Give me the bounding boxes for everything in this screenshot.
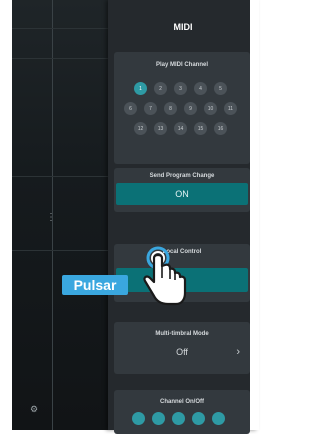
channel-button-5[interactable]: 5: [214, 82, 227, 95]
channel-button-13[interactable]: 13: [154, 122, 167, 135]
multi-timbral-mode-value: Off: [176, 347, 188, 357]
channel-onoff-button[interactable]: [132, 412, 145, 425]
channel-button-14[interactable]: 14: [174, 122, 187, 135]
multi-timbral-mode-label: Multi-timbral Mode: [155, 331, 209, 337]
send-program-change-label: Send Program Change: [149, 173, 215, 179]
play-midi-channel-label: Play MIDI Channel: [155, 62, 208, 68]
channel-button-4[interactable]: 4: [194, 82, 207, 95]
channel-button-7[interactable]: 7: [144, 102, 157, 115]
channel-button-15[interactable]: 15: [194, 122, 207, 135]
send-program-change-toggle[interactable]: ON: [116, 183, 248, 205]
channel-onoff-button[interactable]: [212, 412, 225, 425]
channel-button-11[interactable]: 11: [224, 102, 237, 115]
play-midi-channel-section: Play MIDI Channel 1 2 3 4 5 6 7 8 9 10 11 12 13 14 15 1…: [114, 52, 250, 164]
channel-button-2[interactable]: 2: [154, 82, 167, 95]
channel-button-8[interactable]: 8: [164, 102, 177, 115]
multi-timbral-mode-section[interactable]: Multi-timbral Mode Off ›: [114, 322, 250, 374]
channel-onoff-button[interactable]: [192, 412, 205, 425]
channel-button-10[interactable]: 10: [204, 102, 217, 115]
channel-onoff-section: Channel On/Off: [114, 390, 250, 434]
channel-button-3[interactable]: 3: [174, 82, 187, 95]
more-icon: ⋮: [46, 212, 56, 223]
channel-button-6[interactable]: 6: [124, 102, 137, 115]
send-program-change-section: Send Program Change ON: [114, 168, 250, 212]
chevron-right-icon: ›: [236, 346, 240, 358]
tap-instruction-label: Pulsar: [62, 275, 128, 295]
channel-onoff-label: Channel On/Off: [160, 399, 204, 405]
right-margin: [250, 0, 259, 430]
channel-onoff-button[interactable]: [152, 412, 165, 425]
left-margin: [0, 0, 12, 430]
channel-button-16[interactable]: 16: [214, 122, 227, 135]
channel-button-1[interactable]: 1: [134, 82, 147, 95]
midi-settings-panel: MIDI Play MIDI Channel 1 2 3 4 5 6 7 8 9 10 11 12 13…: [108, 0, 258, 434]
hand-pointer-icon: [143, 246, 187, 306]
settings-icon: ⚙: [30, 404, 39, 414]
channel-button-9[interactable]: 9: [184, 102, 197, 115]
panel-title: MIDI: [173, 22, 193, 32]
channel-onoff-button[interactable]: [172, 412, 185, 425]
channel-button-12[interactable]: 12: [134, 122, 147, 135]
background-app-area: ⋮ ⚙: [12, 0, 108, 430]
